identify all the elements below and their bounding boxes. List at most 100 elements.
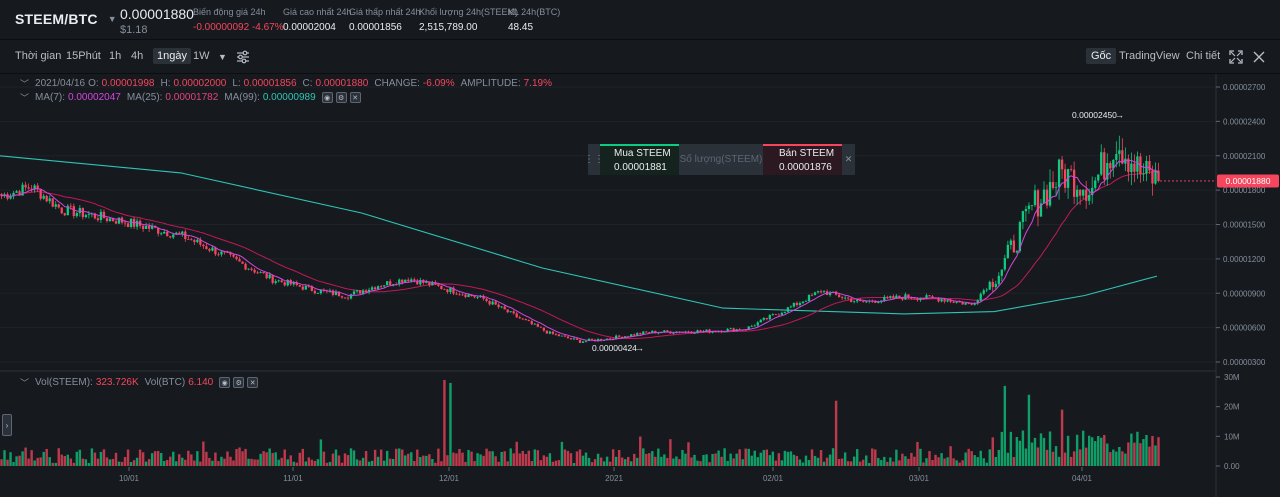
candle-body [551, 331, 555, 334]
price-chart[interactable]: 0.00002450 → 0.00000424 → 0.000027000.00… [0, 74, 1280, 497]
volume-bar [235, 449, 238, 466]
volume-bar [907, 458, 910, 466]
volume-bar [599, 457, 603, 466]
candle-body [1054, 187, 1058, 189]
volume-bar [828, 454, 832, 466]
buy-button[interactable]: Mua STEEM 0.00001881 [600, 144, 679, 175]
candle-body [123, 222, 127, 224]
candle-body [232, 254, 235, 257]
fullscreen-icon[interactable] [1229, 50, 1243, 64]
volume-bar [997, 449, 1001, 466]
volume-bar [636, 457, 639, 466]
volume-bar [871, 448, 874, 466]
volume-bar [440, 461, 443, 466]
price-tick-label: 0.00002700 [1223, 83, 1266, 92]
view-tradingview[interactable]: TradingView [1119, 50, 1180, 62]
quantity-input[interactable]: Số lượng(STEEM) [679, 144, 763, 175]
candle-body [774, 314, 777, 316]
close-icon[interactable]: ✕ [842, 144, 855, 175]
volume-bar [639, 436, 642, 466]
candle-body [506, 309, 509, 313]
volume-bar [416, 449, 419, 466]
buy-label: Mua STEEM [614, 148, 671, 159]
candle-body [913, 298, 916, 300]
volume-bar [376, 456, 380, 466]
price-tick-label: 0.00000600 [1223, 324, 1266, 333]
timeframe-15m[interactable]: 15Phút [66, 50, 101, 62]
volume-bar [1133, 442, 1136, 466]
volume-bar [916, 441, 919, 466]
volume-bar [1106, 443, 1109, 466]
candle-body [331, 290, 335, 295]
sell-button[interactable]: Bán STEEM 0.00001876 [763, 144, 842, 175]
volume-bar [991, 437, 994, 466]
view-original[interactable]: Gốc [1086, 48, 1117, 64]
candle-body [877, 302, 880, 303]
volume-bar [0, 459, 3, 466]
price-axis: 0.00002700 0.00002400 0.00002100 0.00001800… [1216, 83, 1266, 367]
volume-bar [202, 441, 205, 466]
volume-bar [1072, 451, 1076, 466]
volume-bar [1151, 435, 1154, 466]
candle-body [994, 283, 997, 288]
candle-body [147, 225, 151, 229]
indicator-settings-icon[interactable] [236, 50, 250, 64]
candle-body [346, 297, 350, 299]
candle-body [443, 289, 446, 290]
timeframe-time[interactable]: Thời gian [15, 50, 61, 62]
volume-bar [205, 451, 208, 466]
volume-bar [395, 448, 398, 466]
candle-body [340, 296, 344, 298]
candle-body [922, 298, 925, 300]
volume-bar [663, 454, 666, 466]
candle-body [491, 301, 494, 305]
volume-bar [253, 459, 256, 466]
volume-bar [831, 448, 835, 466]
candle-body [892, 296, 895, 299]
volume-bar [813, 455, 817, 466]
volume-bar [428, 454, 431, 466]
candle-body [762, 318, 765, 320]
volume-bar [657, 448, 660, 466]
volume-bar [144, 461, 148, 466]
timeframe-more-caret-icon[interactable]: ▼ [218, 52, 227, 62]
volume-bar [524, 453, 527, 466]
candle-body [512, 311, 515, 314]
candle-body [238, 259, 241, 262]
drag-handle-icon[interactable]: ⋮⋮ [584, 144, 604, 175]
candle-body [515, 313, 518, 318]
volume-bar [286, 459, 289, 466]
volume-bar [141, 452, 145, 466]
volume-bar [1048, 431, 1052, 466]
volume-bar [744, 448, 747, 466]
volume-bar [536, 450, 540, 466]
candle-body [449, 287, 452, 292]
volume-bar [548, 453, 552, 466]
volume-bar [422, 455, 425, 466]
timeframe-1h[interactable]: 1h [109, 50, 121, 62]
candle-body [545, 330, 549, 334]
timeframe-1d[interactable]: 1ngày [153, 48, 191, 64]
candle-body [566, 336, 570, 339]
candle-body [78, 208, 81, 214]
pair-selector[interactable]: STEEM/BTC ▼ [15, 11, 117, 27]
volume-bar [801, 462, 805, 466]
candle-body [500, 306, 503, 308]
expand-panel-chevron-icon[interactable]: › [2, 414, 12, 436]
volume-bar [1145, 435, 1148, 466]
timeframe-4h[interactable]: 4h [131, 50, 143, 62]
price-block: 0.00001880 $1.18 [120, 6, 194, 36]
volume-bar [973, 455, 976, 466]
close-icon[interactable] [1252, 50, 1266, 64]
candle-body [72, 206, 75, 217]
candle-body [126, 223, 130, 227]
candle-body [1045, 189, 1049, 206]
candle-body [771, 314, 774, 316]
volume-bar [241, 451, 244, 466]
view-depth[interactable]: Chi tiết [1186, 50, 1220, 62]
ticker-bar: STEEM/BTC ▼ 0.00001880 $1.18 Biến động g… [0, 0, 1280, 40]
volume-bar [1091, 437, 1094, 466]
timeframe-1w[interactable]: 1W [193, 50, 210, 62]
volume-bar [120, 461, 124, 466]
volume-bar [434, 462, 437, 466]
